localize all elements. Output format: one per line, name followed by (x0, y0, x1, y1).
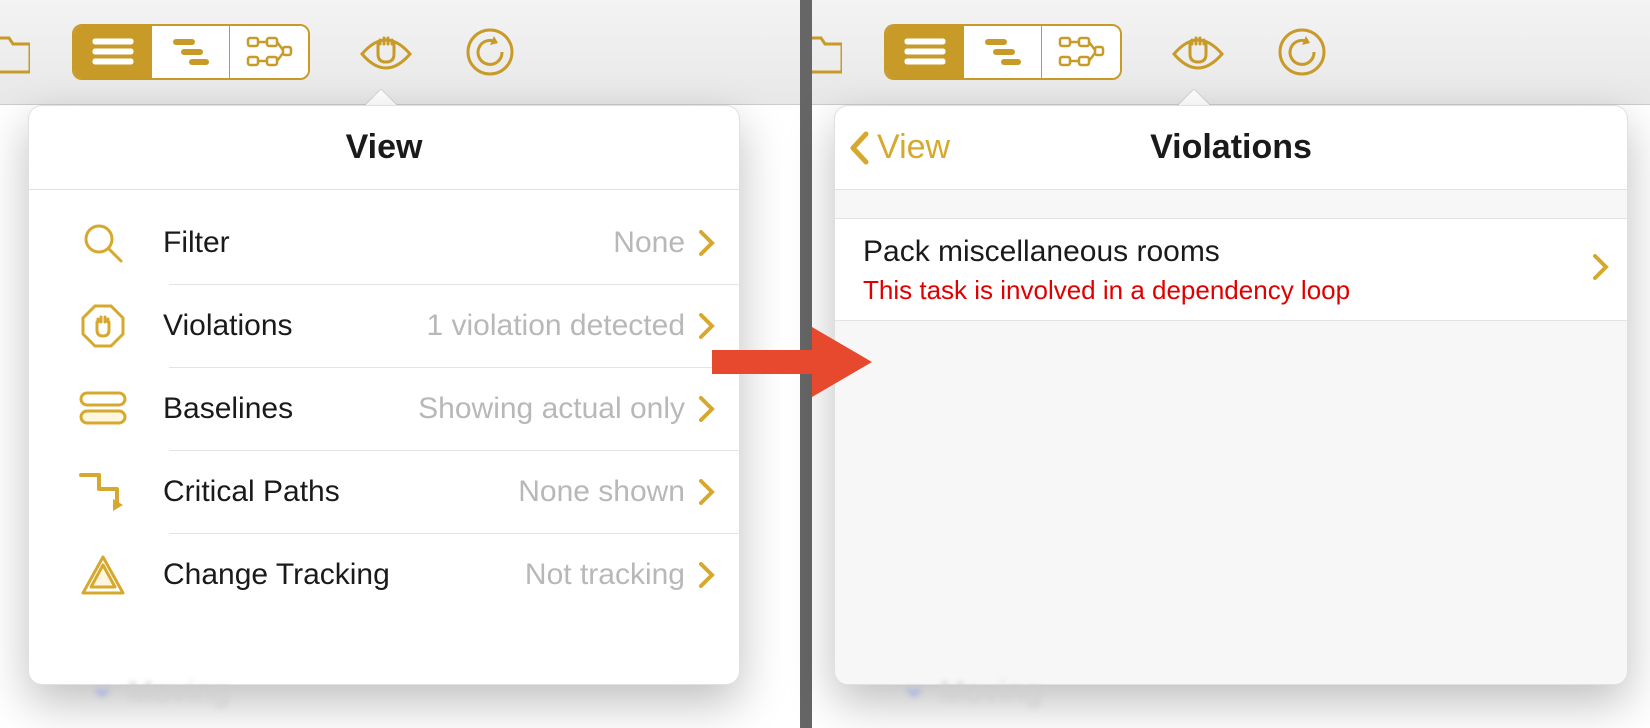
toolbar (812, 0, 1650, 105)
row-critical-paths[interactable]: Critical Paths None shown (29, 451, 739, 533)
undo-button[interactable] (462, 24, 518, 80)
critical-path-icon (43, 469, 163, 515)
view-inspector-button[interactable] (1170, 24, 1226, 80)
search-icon (43, 220, 163, 266)
toolbar (0, 0, 800, 105)
row-violations[interactable]: Violations 1 violation detected (29, 285, 739, 367)
popover-title-text: Violations (1150, 128, 1312, 167)
violation-title: Pack miscellaneous rooms (863, 233, 1593, 271)
undo-icon (464, 26, 516, 78)
row-label: Critical Paths (163, 475, 340, 509)
view-mode-gantt-button[interactable] (152, 26, 230, 78)
view-popover: View Filter None Violations 1 violation … (28, 105, 740, 685)
row-value: None shown (518, 475, 685, 509)
list-icon (91, 35, 135, 69)
chevron-right-icon (693, 561, 721, 589)
eye-hand-icon (358, 24, 414, 80)
undo-icon (1276, 26, 1328, 78)
baselines-icon (43, 389, 163, 429)
view-mode-network-button[interactable] (1042, 26, 1120, 78)
undo-button[interactable] (1274, 24, 1330, 80)
row-label: Baselines (163, 392, 293, 426)
row-value: None (613, 226, 685, 260)
gantt-icon (981, 35, 1025, 69)
popover-title-text: View (346, 128, 423, 167)
view-mode-list-button[interactable] (886, 26, 964, 78)
row-change-tracking[interactable]: Change Tracking Not tracking (29, 534, 739, 616)
row-filter[interactable]: Filter None (29, 202, 739, 284)
obscured-background-row: Moving (92, 676, 231, 710)
eye-hand-icon (1170, 24, 1226, 80)
row-label: Filter (163, 226, 230, 260)
stop-hand-icon (43, 302, 163, 350)
violation-text: Pack miscellaneous rooms This task is in… (863, 233, 1593, 306)
row-value: Showing actual only (418, 392, 685, 426)
change-tracking-icon (43, 553, 163, 597)
network-icon (245, 35, 293, 69)
network-icon (1057, 35, 1105, 69)
obscured-background-row: Moving (904, 676, 1043, 710)
row-value: Not tracking (525, 558, 685, 592)
popover-title: View (29, 106, 739, 190)
left-pane: View Filter None Violations 1 violation … (0, 0, 800, 728)
chevron-right-icon (693, 478, 721, 506)
right-pane: View Violations Pack miscellaneous rooms… (812, 0, 1650, 728)
violation-item[interactable]: Pack miscellaneous rooms This task is in… (835, 218, 1627, 321)
row-baselines[interactable]: Baselines Showing actual only (29, 368, 739, 450)
violations-popover: View Violations Pack miscellaneous rooms… (834, 105, 1628, 685)
row-label: Violations (163, 309, 293, 343)
folder-icon (812, 22, 846, 82)
view-mode-network-button[interactable] (230, 26, 308, 78)
folder-icon (0, 22, 34, 82)
back-button[interactable]: View (849, 128, 950, 167)
view-mode-list-button[interactable] (74, 26, 152, 78)
row-label: Change Tracking (163, 558, 390, 592)
list-icon (903, 35, 947, 69)
view-mode-gantt-button[interactable] (964, 26, 1042, 78)
chevron-right-icon (693, 229, 721, 257)
row-value: 1 violation detected (426, 309, 685, 343)
annotation-arrow-icon (712, 323, 872, 401)
popover-header: View Violations (835, 106, 1627, 190)
view-mode-segmented-control[interactable] (72, 24, 310, 80)
back-label: View (877, 128, 950, 167)
view-inspector-button[interactable] (358, 24, 414, 80)
chevron-left-icon (849, 131, 869, 165)
violation-subtitle: This task is involved in a dependency lo… (863, 275, 1593, 306)
view-options-list: Filter None Violations 1 violation detec… (29, 190, 739, 616)
violations-list: Pack miscellaneous rooms This task is in… (835, 190, 1627, 684)
view-mode-segmented-control[interactable] (884, 24, 1122, 80)
gantt-icon (169, 35, 213, 69)
chevron-right-icon (1593, 254, 1609, 285)
